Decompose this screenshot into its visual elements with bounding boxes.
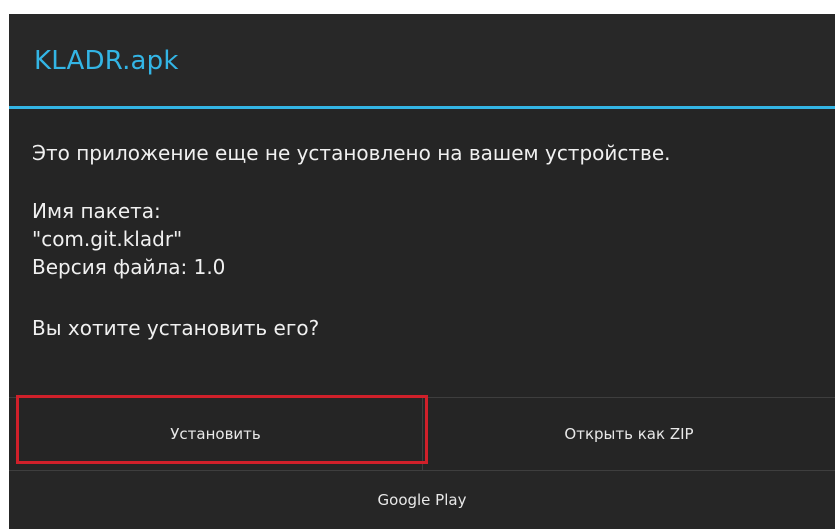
- install-question: Вы хотите установить его?: [32, 316, 320, 340]
- dialog-title-bar: KLADR.apk: [9, 14, 835, 106]
- dialog-content: Это приложение еще не установлено на ваш…: [9, 109, 835, 399]
- package-name: "com.git.kladr": [32, 227, 183, 251]
- google-play-button[interactable]: Google Play: [9, 471, 835, 529]
- install-button[interactable]: Установить: [9, 398, 422, 470]
- install-button-label: Установить: [170, 425, 261, 443]
- package-label: Имя пакета:: [32, 199, 161, 223]
- install-dialog: KLADR.apk Это приложение еще не установл…: [9, 14, 835, 529]
- dialog-title: KLADR.apk: [34, 46, 179, 76]
- open-as-zip-button[interactable]: Открыть как ZIP: [423, 398, 835, 470]
- install-message: Это приложение еще не установлено на ваш…: [32, 141, 671, 165]
- file-version: Версия файла: 1.0: [32, 255, 226, 279]
- screen-top-strip: [0, 0, 835, 14]
- open-as-zip-button-label: Открыть как ZIP: [564, 425, 694, 443]
- google-play-button-label: Google Play: [377, 491, 467, 509]
